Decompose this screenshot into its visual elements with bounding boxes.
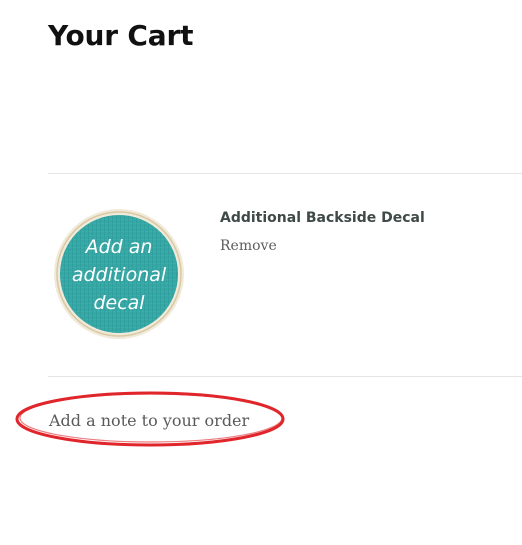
image-text-line: decal <box>93 292 145 314</box>
product-title-link[interactable]: Additional Backside Decal <box>220 208 425 228</box>
page-title: Your Cart <box>48 19 194 52</box>
image-text-line: Add an <box>84 236 153 258</box>
cart-divider-top <box>48 173 522 174</box>
cart-divider-bottom <box>48 376 522 377</box>
add-order-note-link[interactable]: Add a note to your order <box>49 409 249 433</box>
image-text-line: additional <box>72 264 167 286</box>
product-image[interactable]: Add an additional decal <box>52 207 186 341</box>
remove-item-button[interactable]: Remove <box>220 236 277 256</box>
